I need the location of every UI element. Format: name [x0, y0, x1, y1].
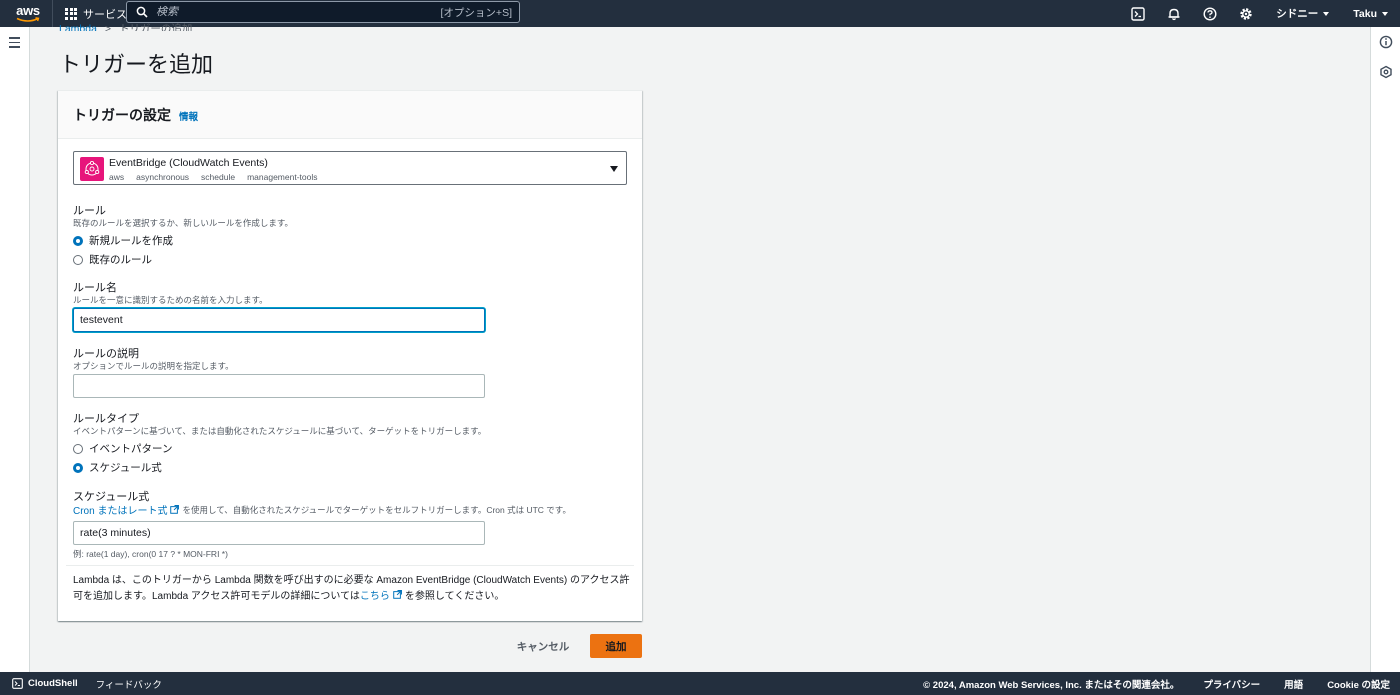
trigger-source-title: EventBridge (CloudWatch Events)	[109, 157, 268, 169]
aws-logo-text: aws	[16, 2, 40, 18]
eventbridge-icon	[80, 157, 104, 181]
breadcrumb: Lambda > トリガーの追加	[59, 21, 192, 31]
terminal-icon	[12, 678, 23, 689]
copyright-text: © 2024, Amazon Web Services, Inc. またはその関…	[923, 679, 1180, 691]
right-tools-rail	[1370, 27, 1400, 672]
search-shortcut-hint: [オプション+S]	[440, 6, 512, 19]
aws-logo[interactable]: aws	[8, 0, 48, 27]
help-button[interactable]	[1192, 0, 1228, 27]
footer: CloudShell フィードバック © 2024, Amazon Web Se…	[0, 672, 1400, 695]
user-label: Taku	[1353, 7, 1377, 20]
radio-button[interactable]	[73, 254, 83, 265]
radio-label: 新規ルールを作成	[89, 235, 173, 247]
tag: management-tools	[247, 172, 318, 182]
region-label: シドニー	[1276, 8, 1319, 20]
schedule-expression-input[interactable]	[73, 521, 485, 545]
radio-label: スケジュール式	[89, 462, 162, 474]
radio-new-rule[interactable]: 新規ルールを作成	[73, 233, 173, 248]
radio-button-checked[interactable]	[73, 462, 83, 473]
account-menu[interactable]: Taku	[1341, 0, 1400, 27]
radio-schedule-expression[interactable]: スケジュール式	[73, 460, 162, 475]
permission-note: Lambda は、このトリガーから Lambda 関数を呼び出すのに必要な Am…	[73, 573, 637, 605]
terms-link[interactable]: 用語	[1284, 677, 1303, 691]
aws-smile-icon	[16, 16, 40, 22]
cancel-button[interactable]: キャンセル	[508, 635, 578, 657]
rule-label: ルール	[73, 205, 106, 217]
trigger-source-select[interactable]: EventBridge (CloudWatch Events) aws asyn…	[73, 151, 627, 185]
cloudshell-label: CloudShell	[28, 678, 78, 689]
permission-note-suffix: を参照してください。	[404, 591, 505, 602]
rule-type-description: イベントパターンに基づいて、または自動化されたスケジュールに基づいて、ターゲット…	[73, 426, 487, 436]
radio-event-pattern[interactable]: イベントパターン	[73, 441, 172, 456]
info-link[interactable]: 情報	[179, 109, 198, 123]
search-box[interactable]: [オプション+S]	[126, 1, 520, 23]
radio-label: 既存のルール	[89, 254, 152, 266]
services-label: サービス	[83, 8, 127, 21]
menu-icon[interactable]	[9, 37, 20, 51]
panel-title: トリガーの設定	[73, 106, 171, 123]
rule-name-label: ルール名	[73, 282, 117, 294]
breadcrumb-lambda-link[interactable]: Lambda	[59, 23, 97, 31]
help-icon	[1203, 6, 1217, 21]
schedule-expression-description: Cron またはレート式 を使用して、自動化されたスケジュールでターゲットをセル…	[73, 502, 571, 518]
trigger-config-panel: トリガーの設定 情報 EventBridge (CloudWatch Event…	[58, 90, 642, 621]
schedule-expression-hint: 例: rate(1 day), cron(0 17 ? * MON-FRI *)	[73, 549, 228, 559]
caret-down-icon	[610, 166, 618, 172]
radio-button-checked[interactable]	[73, 235, 83, 246]
permissions-model-link[interactable]: こちら	[360, 591, 390, 602]
resources-icon[interactable]	[1379, 65, 1393, 79]
gear-icon	[1240, 7, 1252, 20]
chevron-down-icon	[1323, 11, 1330, 16]
schedule-description-text: を使用して、自動化されたスケジュールでターゲットをセルフトリガーします。Cron…	[182, 504, 571, 515]
footer-links: © 2024, Amazon Web Services, Inc. またはその関…	[923, 677, 1390, 691]
notifications-button[interactable]	[1156, 0, 1192, 27]
settings-button[interactable]	[1228, 0, 1264, 27]
radio-button[interactable]	[73, 443, 83, 454]
bell-icon	[1168, 8, 1180, 20]
cookie-settings-link[interactable]: Cookie の設定	[1327, 677, 1390, 691]
rule-description-label: ルールの説明	[73, 348, 139, 360]
left-navigation-rail	[0, 27, 30, 672]
page-title: トリガーを追加	[59, 52, 214, 77]
info-icon[interactable]	[1379, 35, 1393, 49]
tag: schedule	[201, 172, 236, 182]
cron-rate-link[interactable]: Cron またはレート式	[73, 502, 167, 517]
breadcrumb-current: トリガーの追加	[118, 23, 193, 31]
tag: asynchronous	[136, 172, 190, 182]
rule-name-description: ルールを一意に識別するための名前を入力します。	[73, 295, 268, 305]
search-input[interactable]	[156, 6, 416, 18]
rule-type-label: ルールタイプ	[73, 413, 139, 425]
trigger-source-tags: aws asynchronous schedule management-too…	[109, 172, 317, 182]
divider	[66, 565, 634, 566]
region-selector[interactable]: シドニー	[1264, 0, 1341, 27]
top-navigation: aws サービス [オプション+S]	[0, 0, 1400, 27]
cloudshell-button[interactable]: CloudShell	[12, 678, 78, 689]
radio-existing-rule[interactable]: 既存のルール	[73, 252, 152, 267]
external-link-icon	[393, 590, 402, 599]
chevron-down-icon	[1382, 11, 1388, 16]
services-grid-icon	[65, 7, 77, 20]
radio-label: イベントパターン	[89, 443, 173, 455]
external-link-icon	[170, 505, 180, 514]
rule-description-input[interactable]	[73, 374, 485, 398]
search-icon	[136, 6, 148, 18]
nav-right-group: シドニー Taku	[1120, 0, 1400, 27]
add-button[interactable]: 追加	[590, 634, 642, 658]
privacy-link[interactable]: プライバシー	[1203, 677, 1260, 691]
feedback-link[interactable]: フィードバック	[96, 677, 162, 691]
cloudshell-nav-button[interactable]	[1120, 0, 1156, 27]
rule-name-input[interactable]	[73, 308, 485, 332]
permission-note-text: Lambda は、このトリガーから Lambda 関数を呼び出すのに必要な Am…	[73, 575, 630, 602]
rule-description-hint: オプションでルールの説明を指定します。	[73, 361, 234, 371]
rule-description: 既存のルールを選択するか、新しいルールを作成します。	[73, 218, 293, 228]
terminal-icon	[1131, 6, 1145, 21]
tag: aws	[109, 172, 125, 182]
breadcrumb-separator: >	[104, 23, 112, 31]
panel-header: トリガーの設定 情報	[58, 91, 642, 139]
